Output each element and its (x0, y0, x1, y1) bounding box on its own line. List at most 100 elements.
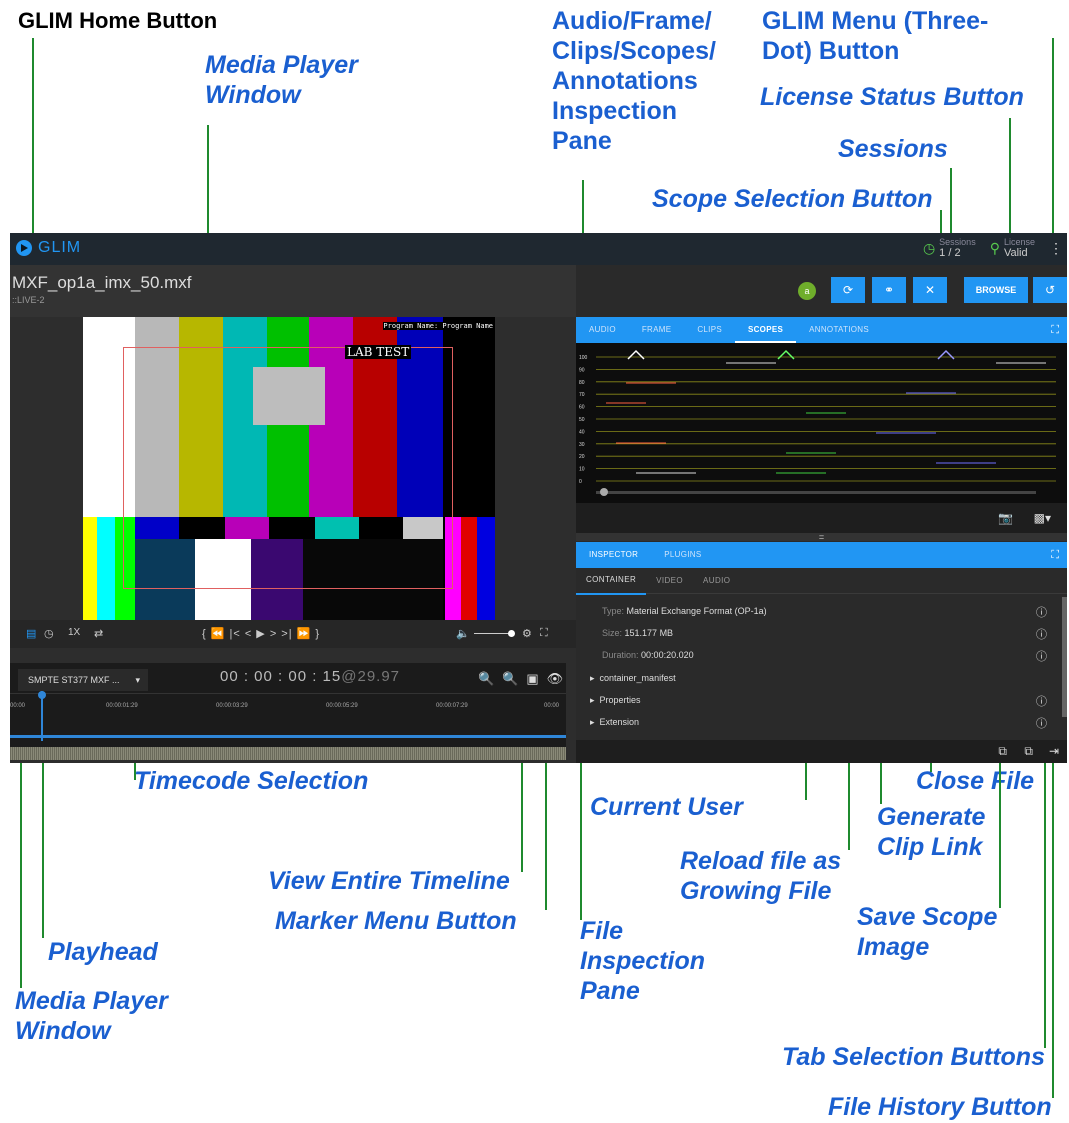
home-button[interactable]: GLIM (16, 239, 81, 257)
browse-button[interactable]: BROWSE (964, 277, 1028, 303)
tab-clips[interactable]: CLIPS (684, 317, 735, 343)
tab-inspector[interactable]: INSPECTOR (576, 542, 651, 568)
license-value: Valid (1003, 247, 1028, 259)
fps-value: @29.97 (341, 668, 401, 685)
pane-divider[interactable]: = (576, 533, 1067, 542)
type-value: Material Exchange Format (OP-1a) (626, 606, 767, 616)
annotation-view-timeline: View Entire Timeline (268, 867, 510, 895)
copy-icon[interactable]: ⧉ (998, 744, 1007, 759)
timecode-selection-dropdown[interactable]: SMPTE ST377 MXF ... ▾ (18, 669, 148, 691)
close-file-button[interactable]: ✕ (913, 277, 947, 303)
file-header: MXF_op1a_imx_50.mxf ::LIVE-2 (10, 265, 576, 317)
loop-icon[interactable]: ⇄ (94, 627, 103, 640)
help-icon[interactable]: ⓘ (1036, 626, 1047, 642)
playhead[interactable] (38, 691, 46, 741)
safe-area-frame (123, 347, 453, 589)
video-frame: Program Name: Program Name LAB TEST (83, 317, 495, 620)
timecode-format: SMPTE ST377 MXF ... (28, 675, 120, 685)
expand-icon[interactable]: ⛶ (1051, 549, 1059, 562)
volume-slider[interactable] (474, 633, 510, 634)
help-icon[interactable]: ⓘ (1036, 693, 1047, 709)
info-row: Size: 151.177 MB ⓘ (576, 622, 1067, 644)
glim-logo-icon (16, 240, 32, 256)
tab-annotations[interactable]: ANNOTATIONS (796, 317, 882, 343)
annotation-marker-menu: Marker Menu Button (275, 907, 517, 935)
tab-video[interactable]: VIDEO (646, 568, 693, 594)
info-row: Type: Material Exchange Format (OP-1a) ⓘ (576, 600, 1067, 622)
annotation-close-file: Close File (916, 767, 1035, 795)
scope-tick-label: 30 (579, 442, 585, 448)
tree-item[interactable]: ▸ Extension ⓘ (576, 711, 1067, 733)
tab-frame[interactable]: FRAME (629, 317, 685, 343)
annotation-scope-selection: Scope Selection Button (652, 185, 933, 213)
inspector-tabs: INSPECTOR PLUGINS ⛶ (576, 542, 1067, 568)
file-history-button[interactable]: ↺ (1033, 277, 1067, 303)
inspector-footer: ⧉ ⧉ ⇥ (576, 740, 1067, 763)
settings-icon[interactable]: ⚙ (522, 627, 532, 640)
scope-selection-icon[interactable]: ▩▾ (1034, 511, 1051, 525)
player-controls: ▤ ◷ 1X ⇄ { ⏪ |< < ▶ > >| ⏩ } 🔈 ⚙ ⛶ (10, 620, 576, 648)
link-icon: ⚭ (883, 283, 895, 297)
sessions-button[interactable]: ◷ Sessions 1 / 2 (923, 237, 976, 259)
scope-tick-label: 10 (579, 467, 585, 473)
help-icon[interactable]: ⓘ (1036, 648, 1047, 664)
tab-audio[interactable]: AUDIO (576, 317, 629, 343)
tree-item[interactable]: ▸ container_manifest (576, 667, 1067, 689)
expand-icon[interactable]: ⛶ (1051, 324, 1059, 337)
size-value: 151.177 MB (624, 628, 674, 638)
help-icon[interactable]: ⓘ (1036, 715, 1047, 731)
inspector-scrollbar[interactable] (1062, 597, 1067, 717)
ruler-label: 00:00:03:29 (216, 703, 248, 709)
reload-icon: ⟳ (842, 283, 854, 297)
annotation-save-scope: Save Scope Image (857, 903, 998, 961)
annotation-playhead: Playhead (48, 938, 158, 966)
tree-item[interactable]: ▸ Properties ⓘ (576, 689, 1067, 711)
volume-icon[interactable]: 🔈 (456, 627, 470, 640)
fullscreen-icon[interactable]: ⛶ (540, 627, 548, 640)
duration-label: Duration: (602, 650, 639, 660)
license-status-button[interactable]: ⚲ License Valid (990, 237, 1035, 259)
annotation-tab-selection: Tab Selection Buttons (782, 1043, 1045, 1071)
scope-peak (937, 349, 955, 360)
sessions-value: 1 / 2 (939, 247, 961, 259)
current-user-avatar[interactable]: a (798, 282, 816, 300)
annotation-home-button: GLIM Home Button (18, 8, 218, 33)
file-action-buttons: a ⟳ ⚭ ✕ BROWSE ↺ (576, 265, 1067, 317)
zoom-in-icon[interactable]: 🔍 (502, 671, 518, 687)
export-icon[interactable]: ⇥ (1049, 744, 1059, 758)
transport-controls[interactable]: { ⏪ |< < ▶ > >| ⏩ } (202, 627, 320, 640)
ruler-label: 00:00:01:29 (106, 703, 138, 709)
timeline-track[interactable] (10, 735, 566, 738)
ruler-label: 00:00:07:29 (436, 703, 468, 709)
tree-item-label: Extension (599, 717, 640, 727)
leader-file-inspection (580, 760, 582, 920)
zoom-out-icon[interactable]: 🔍 (478, 671, 494, 687)
tree-item-label: Properties (599, 695, 641, 705)
license-label: License (1003, 237, 1035, 247)
clock-icon[interactable]: ◷ (44, 627, 54, 640)
copy-all-icon[interactable]: ⧉ (1024, 744, 1033, 759)
marker-menu-icon[interactable]: 👁 (547, 671, 564, 687)
annotation-media-player-top: Media Player Window (205, 51, 358, 109)
subtitle-icon[interactable]: ▤ (26, 627, 36, 640)
annotation-inspection-pane: Audio/Frame/ Clips/Scopes/ Annotations I… (552, 7, 716, 155)
scope-peak (627, 349, 645, 360)
save-scope-image-icon[interactable]: 📷 (998, 511, 1013, 525)
timecode-value: 00 : 00 : 00 : 15 (220, 668, 342, 685)
scope-tick-label: 40 (579, 429, 585, 435)
view-entire-timeline-icon[interactable]: ▣ (526, 671, 538, 687)
scope-tick-label: 100 (579, 355, 588, 361)
tab-audio-sub[interactable]: AUDIO (693, 568, 740, 594)
volume-knob[interactable] (508, 630, 515, 637)
help-icon[interactable]: ⓘ (1036, 604, 1047, 620)
timeline-ruler: 00:00 00:00:01:29 00:00:03:29 00:00:05:2… (10, 693, 566, 723)
key-icon: ⚲ (989, 239, 1000, 256)
tab-plugins[interactable]: PLUGINS (651, 542, 714, 568)
generate-clip-link-button[interactable]: ⚭ (872, 277, 906, 303)
three-dot-menu-icon[interactable]: ⋮ (1049, 241, 1063, 255)
speed-label[interactable]: 1X (68, 627, 80, 638)
tab-scopes[interactable]: SCOPES (734, 317, 797, 343)
reload-growing-button[interactable]: ⟳ (831, 277, 865, 303)
tab-container[interactable]: CONTAINER (576, 567, 647, 595)
size-label: Size: (602, 628, 623, 638)
